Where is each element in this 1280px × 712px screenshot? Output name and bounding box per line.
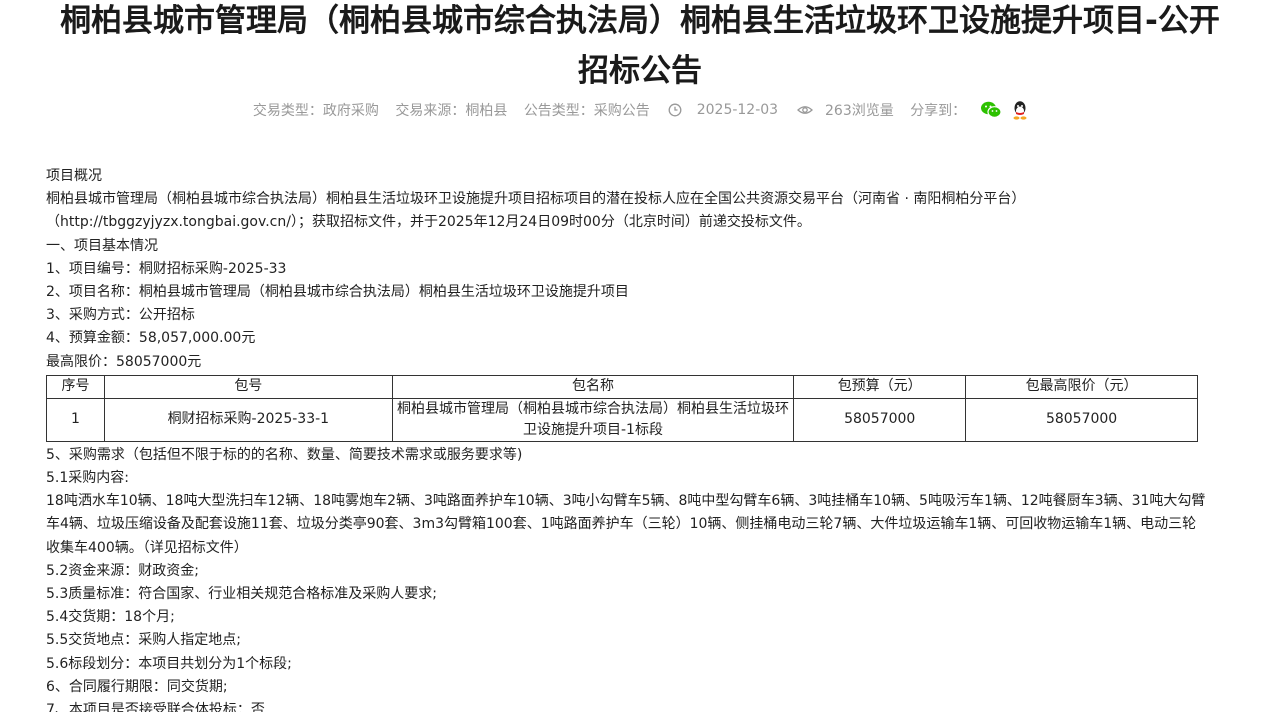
page-title: 桐柏县城市管理局（桐柏县城市综合执法局）桐柏县生活垃圾环卫设施提升项目-公开招标…	[60, 3, 1220, 89]
procurement-method: 3、采购方式：公开招标	[46, 307, 195, 324]
share-label: 分享到：	[910, 103, 967, 119]
delivery-location: 5.5交货地点：采购人指定地点;	[46, 632, 241, 649]
table-header-row: 序号 包号 包名称 包预算（元） 包最高限价（元）	[46, 374, 1198, 399]
table-cell-index: 1	[46, 397, 105, 442]
project-name: 2、项目名称：桐柏县城市管理局（桐柏县城市综合执法局）桐柏县生活垃圾环卫设施提升…	[46, 284, 629, 301]
project-number: 1、项目编号：桐财招标采购-2025-33	[46, 260, 287, 277]
view-count: 263浏览量	[825, 103, 894, 119]
notice-content: 项目概况 桐柏县城市管理局（桐柏县城市综合执法局）桐柏县生活垃圾环卫设施提升项目…	[46, 165, 1206, 712]
table-header: 包最高限价（元）	[965, 374, 1198, 399]
table-header: 包名称	[391, 374, 795, 399]
notice-page: 桐柏县城市管理局（桐柏县城市综合执法局）桐柏县生活垃圾环卫设施提升项目-公开招标…	[0, 0, 1280, 712]
table-header: 包预算（元）	[793, 374, 967, 399]
table-cell-lot-max-price: 58057000	[965, 397, 1198, 442]
contract-period: 6、合同履行期限：同交货期;	[46, 678, 228, 695]
table-cell-lot-budget: 58057000	[793, 397, 967, 442]
consortium-bidding: 7、本项目是否接受联合体投标：否	[46, 702, 265, 712]
lot-table: 序号 包号 包名称 包预算（元） 包最高限价（元） 1 桐财招标采购-2025-…	[46, 374, 1198, 442]
lot-division: 5.6标段划分：本项目共划分为1个标段;	[46, 655, 292, 672]
notice-meta-bar: 交易类型：政府采购 交易来源：桐柏县 公告类型：采购公告 2025-12-03 …	[0, 100, 1280, 120]
table-header: 序号	[46, 374, 105, 399]
quality-standard: 5.3质量标准：符合国家、行业相关规范合格标准及采购人要求;	[46, 586, 437, 603]
section-basic-info: 一、项目基本情况	[46, 237, 158, 254]
funding-source: 5.2资金来源：财政资金;	[46, 562, 199, 579]
procurement-content-detail: 18吨洒水车10辆、18吨大型洗扫车12辆、18吨雾炮车2辆、3吨路面养护车10…	[46, 493, 1206, 556]
wechat-icon[interactable]	[980, 100, 1002, 120]
table-cell-lot-name: 桐柏县城市管理局（桐柏县城市综合执法局）桐柏县生活垃圾环卫设施提升项目-1标段	[391, 397, 795, 442]
publish-date: 2025-12-03	[696, 102, 779, 118]
clock-icon	[668, 103, 682, 117]
eye-icon	[796, 103, 813, 117]
qq-icon[interactable]	[1010, 100, 1030, 120]
procurement-requirements: 5、采购需求（包括但不限于标的的名称、数量、简要技术需求或服务要求等)	[46, 446, 523, 463]
table-row: 1 桐财招标采购-2025-33-1 桐柏县城市管理局（桐柏县城市综合执法局）桐…	[46, 397, 1198, 442]
procurement-content-heading: 5.1采购内容:	[46, 470, 129, 487]
trade-type: 交易类型：政府采购	[252, 103, 379, 119]
max-price: 最高限价：58057000元	[46, 353, 202, 370]
overview-heading: 项目概况	[46, 168, 102, 184]
trade-source: 交易来源：桐柏县	[395, 103, 508, 119]
overview-text: 桐柏县城市管理局（桐柏县城市综合执法局）桐柏县生活垃圾环卫设施提升项目招标项目的…	[46, 191, 1026, 231]
delivery-period: 5.4交货期：18个月;	[46, 609, 175, 626]
budget-amount: 4、预算金额：58,057,000.00元	[46, 330, 256, 347]
notice-type: 公告类型：采购公告	[523, 103, 650, 119]
table-cell-lot-number: 桐财招标采购-2025-33-1	[103, 397, 393, 442]
table-header: 包号	[103, 374, 393, 399]
